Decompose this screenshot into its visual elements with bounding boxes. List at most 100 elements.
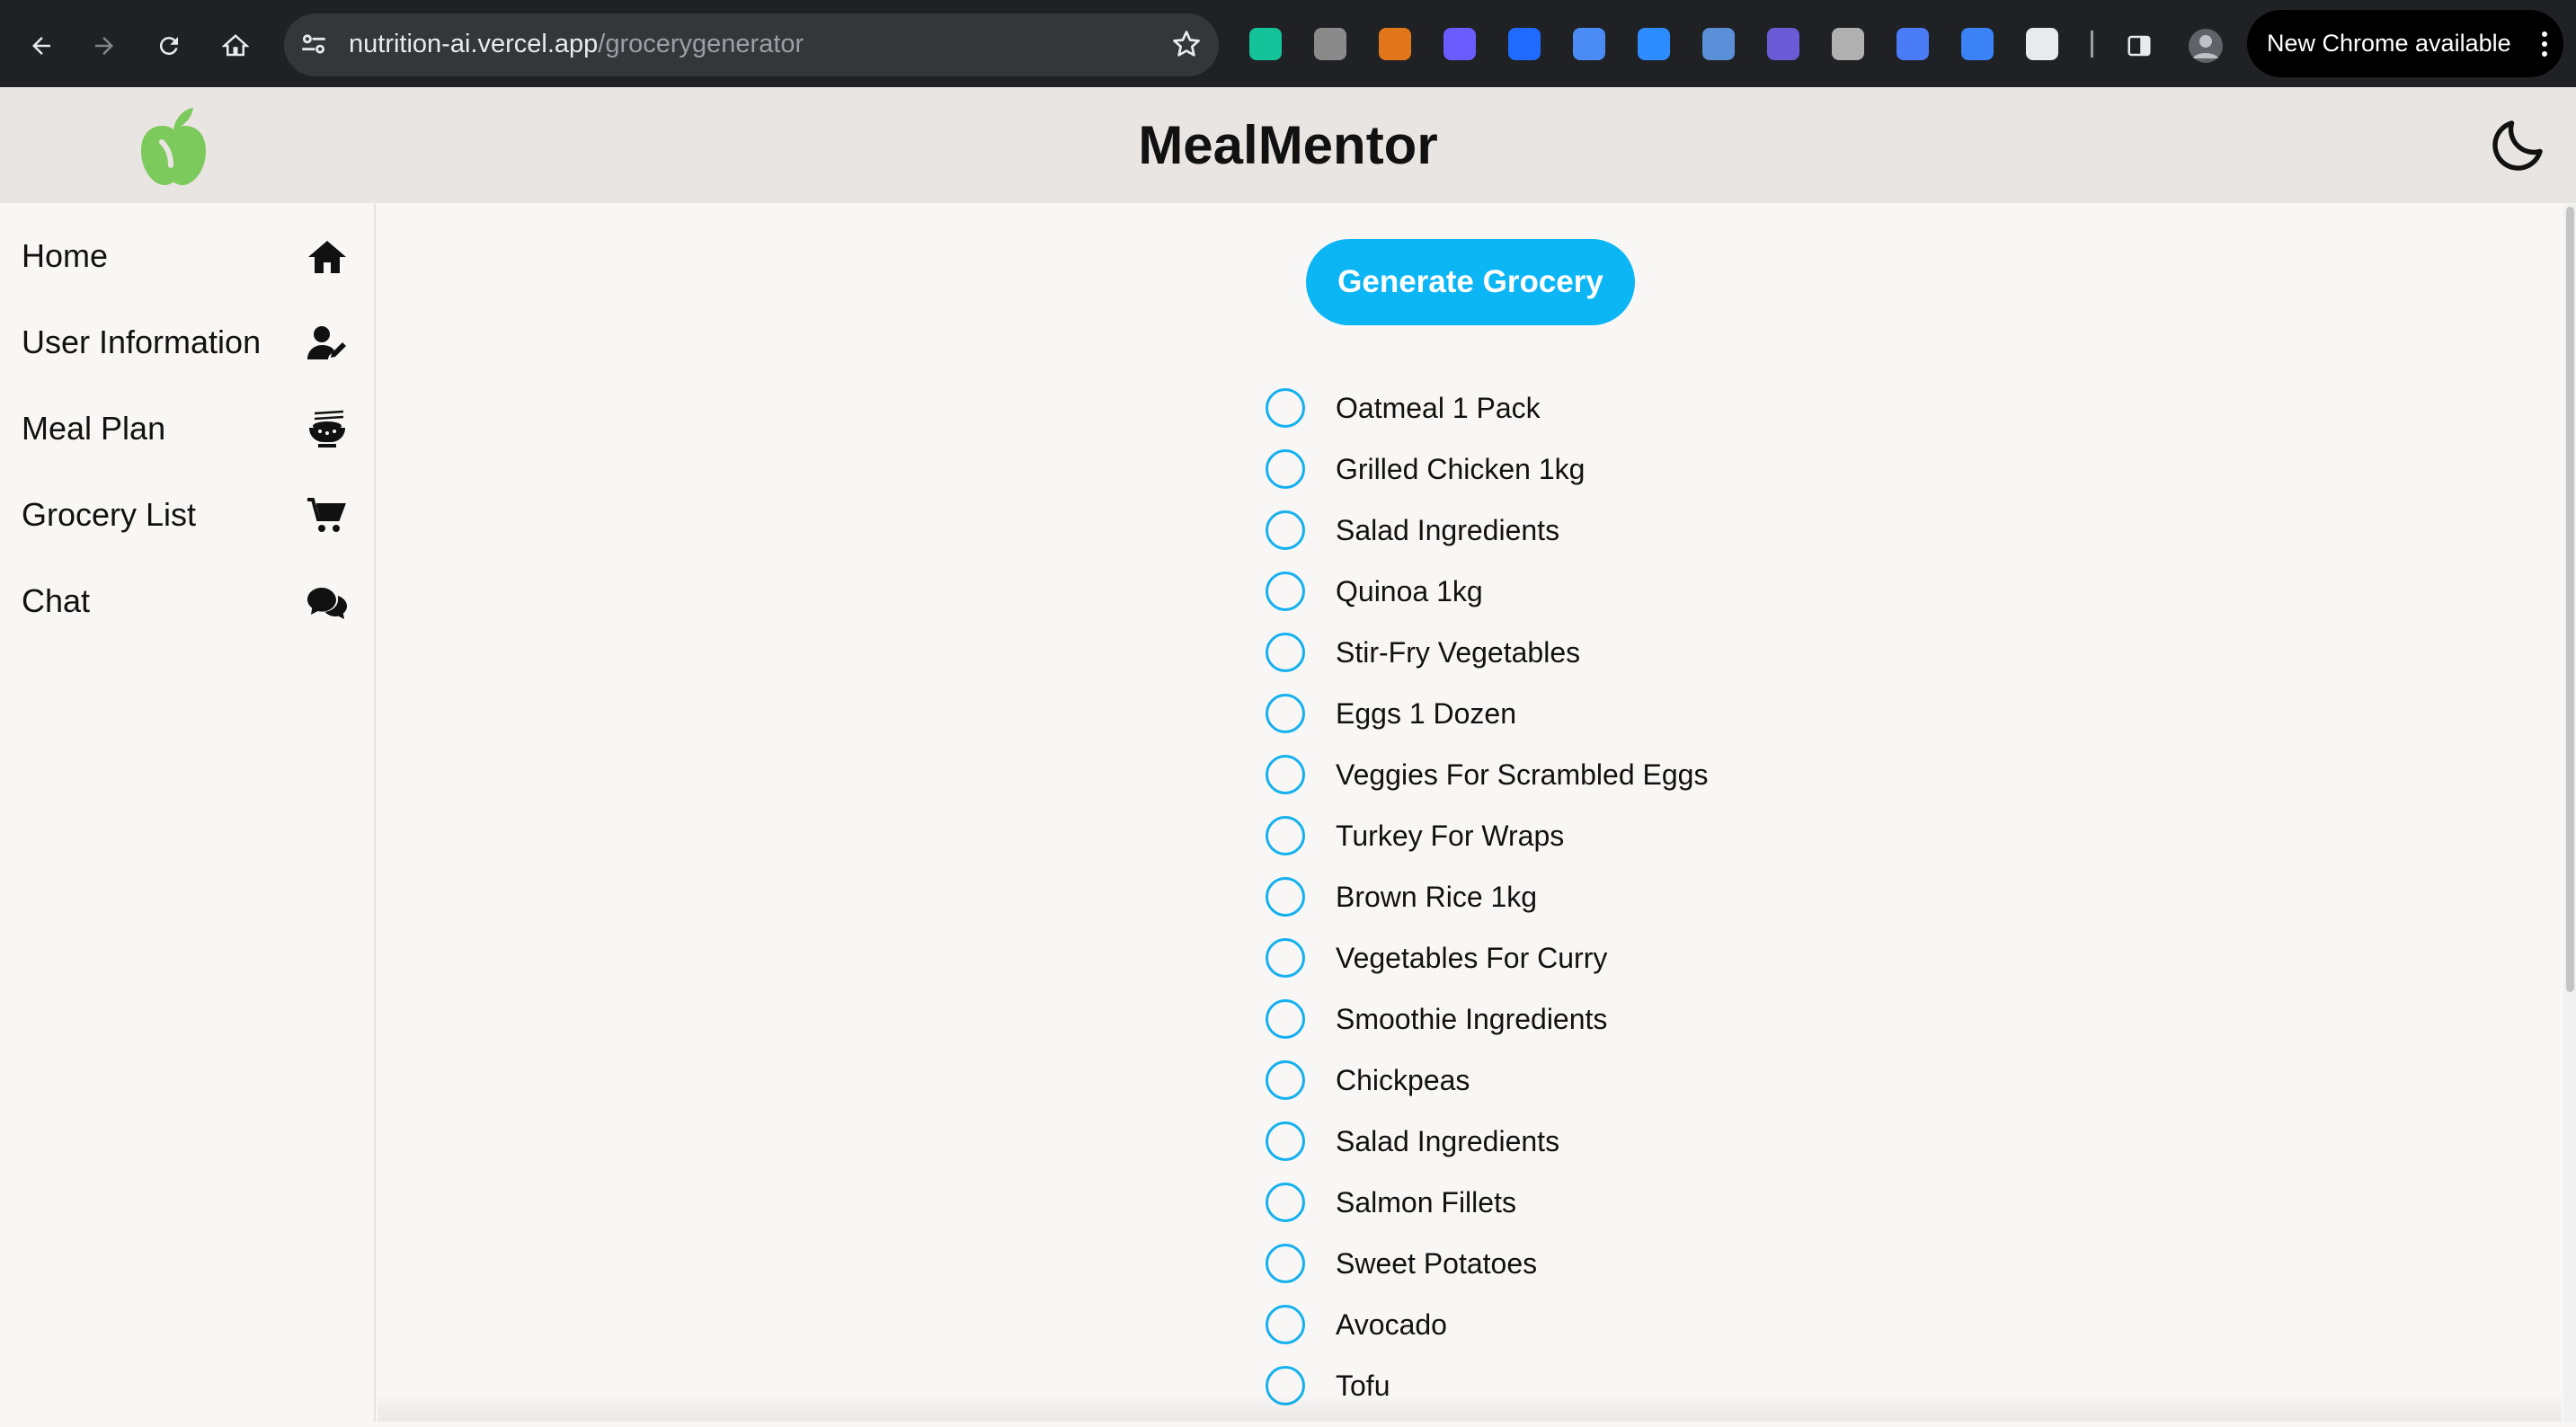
sidebar-item-label: Home [22, 237, 109, 274]
grocery-item-label: Smoothie Ingredients [1336, 1003, 1608, 1035]
grocery-item: Quinoa 1kg [1266, 572, 1895, 633]
zoom-icon[interactable] [1638, 28, 1670, 60]
purple-spark-icon[interactable] [1443, 28, 1476, 60]
app-title: MealMentor [1138, 115, 1438, 175]
grocery-item-radio[interactable] [1266, 938, 1305, 978]
house-outline-icon [222, 34, 249, 57]
grocery-item-radio[interactable] [1266, 755, 1305, 794]
extension-puzzle-gray-icon[interactable] [1314, 28, 1346, 60]
grocery-item-label: Salad Ingredients [1336, 1125, 1560, 1157]
grocery-item-radio[interactable] [1266, 694, 1305, 733]
side-panel-button[interactable] [2116, 22, 2163, 69]
generate-grocery-button[interactable]: Generate Grocery [1306, 239, 1635, 325]
moon-icon[interactable] [2486, 112, 2551, 177]
grocery-item: Grilled Chicken 1kg [1266, 449, 1895, 510]
grocery-main: Generate Grocery Oatmeal 1 Pack Grilled C… [376, 203, 2560, 1422]
grocery-item-radio[interactable] [1266, 1060, 1305, 1100]
grocery-item-radio[interactable] [1266, 1121, 1305, 1161]
grocery-item: Stir-Fry Vegetables [1266, 633, 1895, 694]
update-label: New Chrome available [2267, 30, 2511, 57]
arrow-left-icon [32, 37, 50, 55]
reload-icon [159, 37, 178, 56]
browser-toolbar: nutrition-ai.vercel.app/grocerygenerator… [0, 0, 2576, 87]
gray-c-icon[interactable] [1832, 28, 1864, 60]
extensions-puzzle-icon[interactable] [2026, 28, 2058, 60]
user-edit-icon [307, 326, 346, 359]
blue-c-icon[interactable] [1961, 28, 1994, 60]
reload-button[interactable] [146, 22, 192, 69]
metamask-fox-icon[interactable] [1379, 28, 1411, 60]
sidebar-item-label: Grocery List [22, 496, 197, 533]
grocery-item-radio[interactable] [1266, 877, 1305, 917]
chat-bubbles-icon [307, 588, 347, 619]
home-icon [308, 241, 346, 273]
purple-check-icon[interactable] [1767, 28, 1799, 60]
forward-button[interactable] [81, 22, 128, 69]
sidebar-item-meal-plan[interactable]: Meal Plan [0, 394, 374, 465]
grocery-item-label: Salmon Fillets [1336, 1186, 1516, 1219]
circle-badge-icon[interactable] [1702, 28, 1735, 60]
grocery-item-label: Avocado [1336, 1308, 1447, 1341]
shopping-cart-icon [307, 498, 346, 532]
bottom-fade [378, 1393, 2562, 1422]
url-path: /grocerygenerator [598, 30, 804, 58]
sidebar-item-chat[interactable]: Chat [0, 566, 374, 638]
grocery-item-label: Stir-Fry Vegetables [1336, 636, 1581, 669]
grocery-item-radio[interactable] [1266, 1244, 1305, 1283]
grocery-item-radio[interactable] [1266, 816, 1305, 855]
grocery-item-label: Brown Rice 1kg [1336, 881, 1538, 913]
profile-button[interactable] [2182, 22, 2229, 69]
more-vertical-icon [2542, 31, 2547, 57]
grocery-item: Eggs 1 Dozen [1266, 694, 1895, 755]
sidebar-item-home[interactable]: Home [0, 221, 374, 293]
grammarly-icon[interactable] [1249, 28, 1282, 60]
grocery-item-radio[interactable] [1266, 510, 1305, 550]
grocery-item: Salmon Fillets [1266, 1183, 1895, 1244]
grocery-list: Oatmeal 1 Pack Grilled Chicken 1kg Salad I… [1266, 388, 1895, 1427]
site-settings-icon[interactable] [298, 29, 329, 59]
grocery-item-label: Quinoa 1kg [1336, 575, 1483, 607]
arrow-right-icon [95, 37, 113, 55]
sidebar: Home User Information Meal Plan Grocery … [0, 203, 376, 1422]
grocery-item: Brown Rice 1kg [1266, 877, 1895, 938]
screen-record-icon[interactable] [1896, 28, 1929, 60]
sidebar-item-label: User Information [22, 324, 262, 360]
sidebar-item-grocery-list[interactable]: Grocery List [0, 480, 374, 552]
sidebar-item-user-information[interactable]: User Information [0, 307, 374, 379]
grocery-item: Oatmeal 1 Pack [1266, 388, 1895, 449]
bowl-chopsticks-icon [309, 410, 345, 448]
grocery-item-label: Turkey For Wraps [1336, 820, 1565, 852]
sidebar-item-label: Chat [22, 582, 91, 619]
grocery-item-radio[interactable] [1266, 388, 1305, 428]
grocery-item-radio[interactable] [1266, 999, 1305, 1039]
grocery-item: Sweet Potatoes [1266, 1244, 1895, 1305]
grocery-item-radio[interactable] [1266, 1305, 1305, 1344]
grocery-item: Smoothie Ingredients [1266, 999, 1895, 1060]
bookmark-star-icon[interactable] [1170, 28, 1203, 60]
sidebar-item-label: Meal Plan [22, 410, 166, 447]
grocery-item-label: Oatmeal 1 Pack [1336, 392, 1541, 424]
grocery-item-radio[interactable] [1266, 633, 1305, 672]
scrollbar-thumb[interactable] [2566, 207, 2574, 992]
back-button[interactable] [18, 22, 65, 69]
grocery-item-radio[interactable] [1266, 1183, 1305, 1222]
url-host: nutrition-ai.vercel.app [349, 30, 599, 58]
grocery-item: Vegetables For Curry [1266, 938, 1895, 999]
new-chrome-available-button[interactable]: New Chrome available [2247, 10, 2563, 77]
google-translate-icon[interactable] [1573, 28, 1605, 60]
toolbar-divider [2091, 31, 2093, 58]
grocery-item: Chickpeas [1266, 1060, 1895, 1121]
grocery-item-label: Vegetables For Curry [1336, 942, 1608, 974]
page-scrollbar[interactable] [2563, 203, 2576, 1422]
home-browser-button[interactable] [212, 22, 259, 69]
grocery-item-radio[interactable] [1266, 449, 1305, 489]
grocery-item-label: Eggs 1 Dozen [1336, 697, 1517, 730]
grocery-item-label: Salad Ingredients [1336, 514, 1560, 546]
grocery-item-label: Sweet Potatoes [1336, 1247, 1538, 1280]
grocery-item-radio[interactable] [1266, 572, 1305, 611]
grocery-item: Salad Ingredients [1266, 1121, 1895, 1183]
blue-tiles-icon[interactable] [1508, 28, 1541, 60]
address-bar[interactable]: nutrition-ai.vercel.app/grocerygenerator [284, 13, 1219, 76]
grocery-item: Turkey For Wraps [1266, 816, 1895, 877]
grocery-item-label: Grilled Chicken 1kg [1336, 453, 1586, 485]
